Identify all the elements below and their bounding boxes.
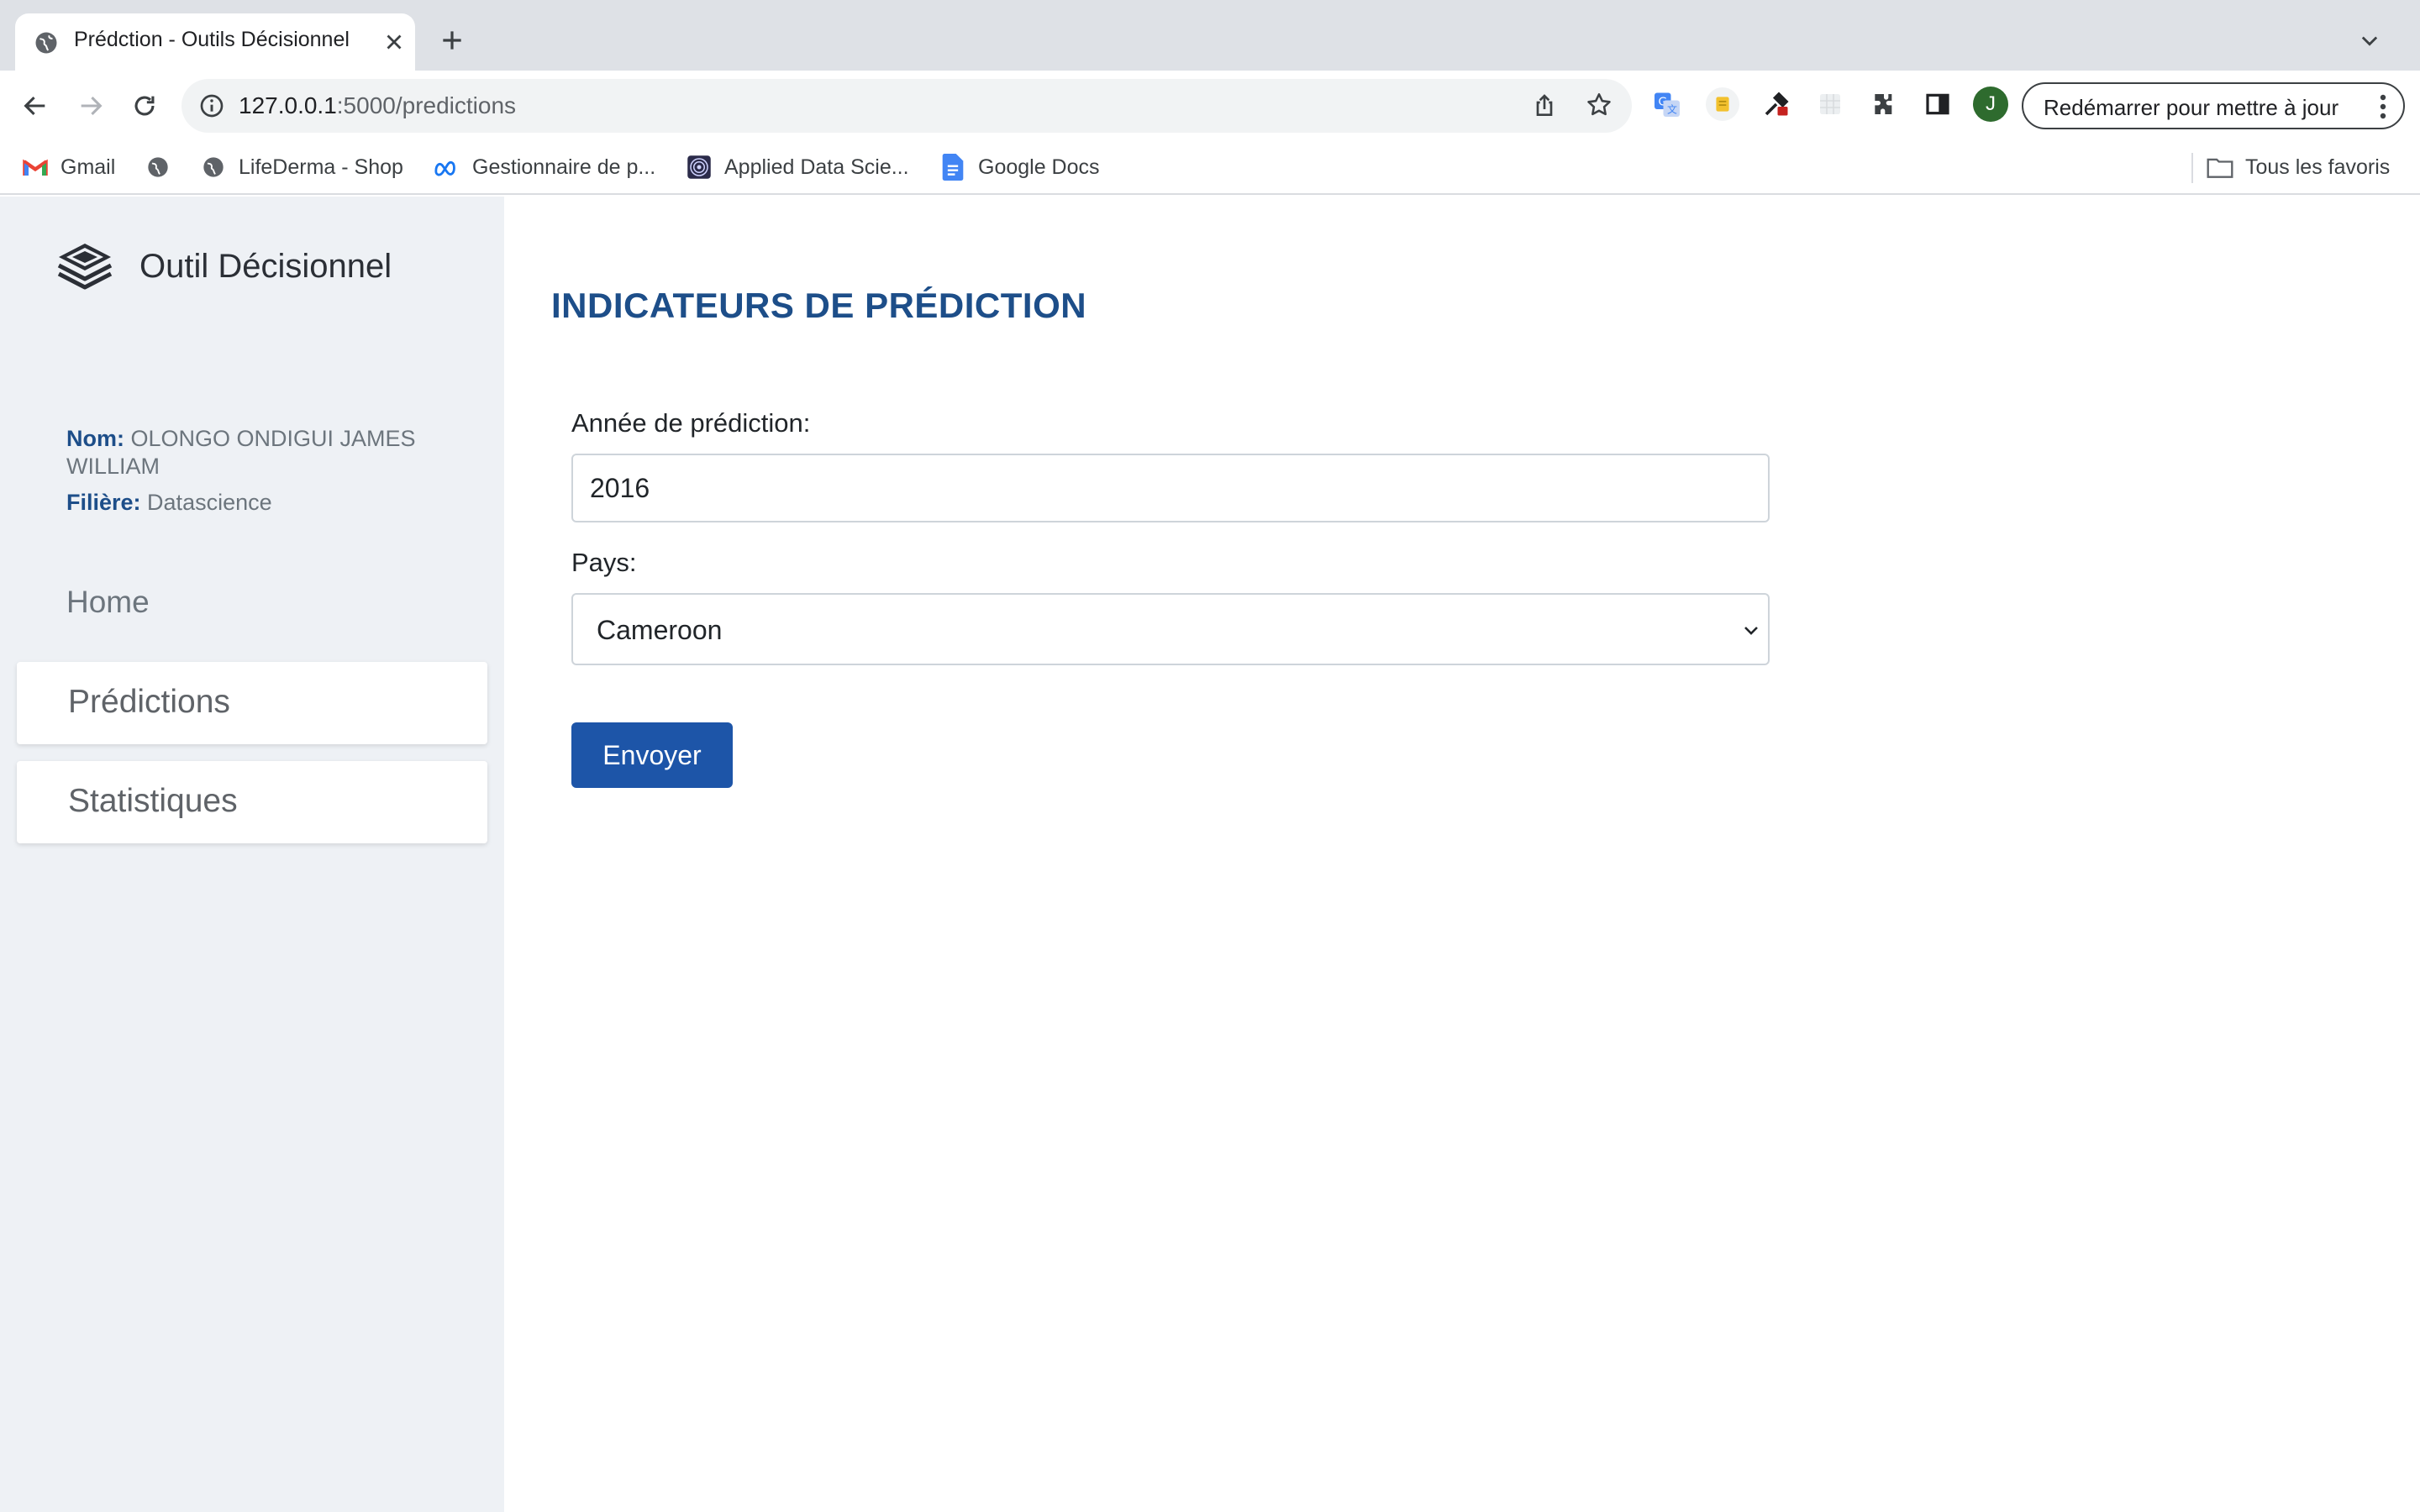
site-info-icon[interactable]: [198, 92, 225, 119]
reload-button[interactable]: [126, 87, 163, 124]
puzzle-icon: [1875, 94, 1892, 114]
svg-text:文: 文: [1667, 103, 1677, 116]
star-icon[interactable]: [1585, 91, 1613, 119]
translate-extension-icon[interactable]: G 文: [1650, 87, 1684, 121]
url-host: 127.0.0.1: [239, 92, 337, 118]
spiral-icon: [686, 154, 713, 181]
sidebar-item-label: Prédictions: [68, 684, 230, 720]
folder-icon: [2207, 154, 2233, 181]
docs-icon: [939, 154, 966, 181]
bookmark-globe[interactable]: [145, 153, 171, 181]
restart-update-button[interactable]: Redémarrer pour mettre à jour: [2022, 82, 2405, 129]
new-tab-icon[interactable]: [439, 27, 466, 54]
country-select[interactable]: Cameroon: [571, 593, 1770, 665]
brand-name: Outil Décisionnel: [139, 247, 392, 285]
bookmark-label: Gestionnaire de p...: [472, 155, 656, 179]
year-input[interactable]: [571, 454, 1770, 522]
sidebar-item-label: Statistiques: [68, 783, 238, 819]
all-favorites-label: Tous les favoris: [2245, 155, 2391, 179]
country-selected-value: Cameroon: [597, 615, 723, 645]
translate-icon: G 文: [1655, 92, 1680, 117]
layers-icon: [57, 244, 113, 290]
sidebar: Outil Décisionnel Nom: OLONGO ONDIGUI JA…: [0, 197, 504, 1512]
bookmark-label: Gmail: [60, 155, 116, 179]
address-bar[interactable]: 127.0.0.1:5000/predictions: [182, 79, 1632, 133]
bookmarks-bar: Gmail LifeDerma - Shop Gestionnaire de p…: [0, 141, 2420, 195]
profile-avatar[interactable]: J: [1973, 87, 2008, 122]
submit-button[interactable]: Envoyer: [571, 722, 733, 788]
arrow-right-icon: [81, 96, 103, 116]
chevron-down-icon: [1744, 627, 1758, 635]
notes-extension-icon[interactable]: [1706, 87, 1739, 121]
bookmark-applied-data[interactable]: Applied Data Scie...: [686, 153, 909, 181]
brand[interactable]: Outil Décisionnel: [55, 237, 392, 296]
eyedropper-icon: [1765, 92, 1789, 116]
sidebar-item-statistiques[interactable]: Statistiques: [17, 761, 487, 843]
meta-icon: [434, 154, 460, 181]
field-key: Filière:: [66, 490, 141, 515]
bookmark-gmail[interactable]: Gmail: [22, 153, 115, 181]
bookmark-lifederma[interactable]: LifeDerma - Shop: [200, 153, 403, 181]
back-button[interactable]: [17, 87, 54, 124]
forward-button[interactable]: [72, 87, 109, 124]
page-title: INDICATEURS DE PRÉDICTION: [551, 286, 1087, 325]
url-path: :5000/predictions: [336, 92, 517, 118]
bookmarks-divider: [2191, 153, 2193, 183]
user-info: Nom: OLONGO ONDIGUI JAMES WILLIAM Filièr…: [66, 425, 453, 517]
field-value: Datascience: [147, 490, 272, 515]
url-text[interactable]: 127.0.0.1:5000/predictions: [239, 92, 516, 119]
eyedropper-extension-icon[interactable]: [1760, 87, 1793, 121]
name-key: Nom:: [66, 426, 124, 451]
country-label: Pays:: [571, 548, 637, 577]
globe-icon: [35, 32, 57, 54]
bookmark-gestionnaire[interactable]: Gestionnaire de p...: [434, 153, 655, 181]
extensions-button[interactable]: [1867, 87, 1901, 121]
bookmark-all-favorites[interactable]: Tous les favoris: [2207, 153, 2390, 181]
side-panel-icon: [1926, 93, 1949, 115]
side-panel-button[interactable]: [1921, 87, 1954, 121]
note-icon: [1716, 97, 1729, 112]
globe-icon: [200, 154, 227, 181]
more-vert-icon: [2380, 94, 2386, 119]
sidebar-item-predictions[interactable]: Prédictions: [17, 662, 487, 744]
grid-icon: [1820, 94, 1840, 114]
year-label: Année de prédiction:: [571, 408, 811, 438]
globe-icon: [145, 154, 171, 181]
update-label: Redémarrer pour mettre à jour: [2044, 95, 2339, 120]
sidebar-item-home[interactable]: Home: [66, 585, 150, 620]
tab-strip: Prédction - Outils Décisionnel: [0, 0, 2420, 71]
user-name-line: Nom: OLONGO ONDIGUI JAMES WILLIAM: [66, 425, 453, 480]
tab-title: Prédction - Outils Décisionnel: [74, 28, 350, 51]
bookmark-label: Applied Data Scie...: [724, 155, 909, 179]
grid-extension-icon[interactable]: [1813, 87, 1847, 121]
browser-tab[interactable]: Prédction - Outils Décisionnel: [15, 13, 415, 71]
bookmark-label: Google Docs: [978, 155, 1100, 179]
gmail-icon: [22, 154, 49, 181]
bookmark-label: LifeDerma - Shop: [239, 155, 403, 179]
share-icon[interactable]: [1531, 92, 1558, 119]
main-content: INDICATEURS DE PRÉDICTION Année de prédi…: [504, 197, 2420, 1512]
reload-icon: [134, 96, 155, 116]
user-field-line: Filière: Datascience: [66, 489, 453, 517]
bookmark-google-docs[interactable]: Google Docs: [939, 153, 1100, 181]
close-icon[interactable]: [381, 29, 407, 55]
chevron-down-icon[interactable]: [2358, 29, 2381, 52]
arrow-left-icon: [24, 96, 45, 116]
